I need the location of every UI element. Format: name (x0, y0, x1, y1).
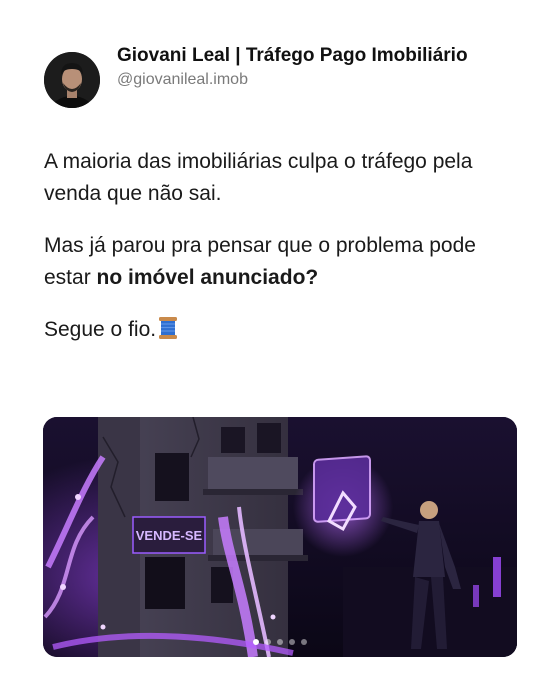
post-paragraph-2-bold: no imóvel anunciado? (96, 266, 319, 289)
post-paragraph-2: Mas já parou pra pensar que o problema p… (44, 230, 524, 294)
spool-of-thread-icon (158, 316, 178, 350)
carousel-dot[interactable] (301, 639, 307, 645)
post-paragraph-3-text: Segue o fio. (44, 318, 157, 341)
avatar-photo (44, 52, 100, 108)
carousel-dot[interactable] (277, 639, 283, 645)
carousel-indicator (43, 639, 517, 645)
author-name[interactable]: Giovani Leal | Tráfego Pago Imobiliário (117, 44, 497, 68)
post-header: Giovani Leal | Tráfego Pago Imobiliário … (44, 44, 524, 108)
author-handle[interactable]: @giovanileal.imob (117, 69, 497, 91)
carousel-dot[interactable] (265, 639, 271, 645)
carousel-dot[interactable] (289, 639, 295, 645)
carousel-dot[interactable] (253, 639, 259, 645)
post-image[interactable]: VENDE-SE (43, 417, 517, 657)
post-paragraph-1: A maioria das imobiliárias culpa o tráfe… (44, 150, 473, 205)
vende-se-sign: VENDE-SE (136, 528, 203, 543)
post-image-illustration: VENDE-SE (43, 417, 517, 657)
post-paragraph-3: Segue o fio. (44, 314, 524, 350)
avatar[interactable] (44, 52, 100, 108)
post-body: A maioria das imobiliárias culpa o tráfe… (44, 146, 524, 370)
